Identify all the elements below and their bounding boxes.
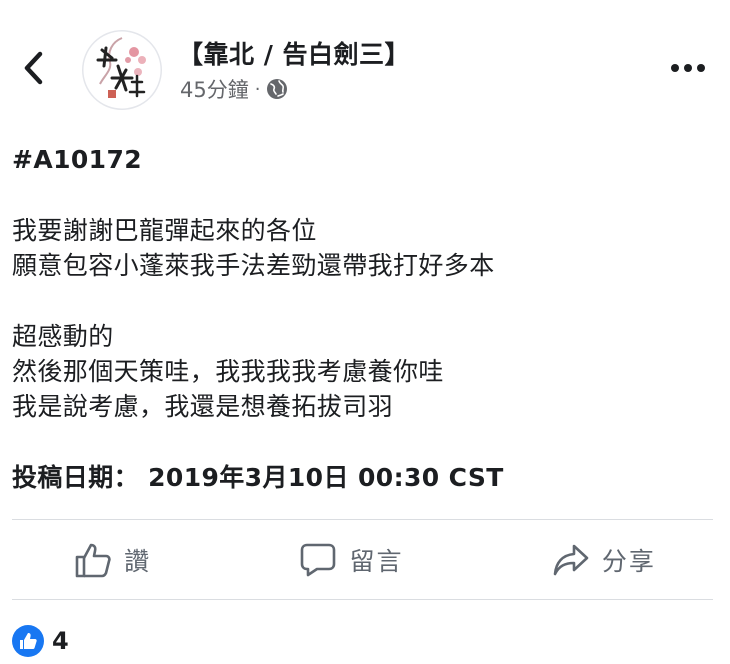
post-header: 【靠北 / 告白劍三】 45分鐘 ·: [0, 0, 730, 120]
post-actions: 讚 留言 分享: [0, 520, 730, 600]
share-button[interactable]: 分享: [552, 542, 656, 578]
post-paragraph: 我要謝謝巴龍彈起來的各位 願意包容小蓬萊我手法差勁還帶我打好多本: [12, 213, 712, 283]
thumbs-up-icon: [75, 543, 111, 578]
reaction-summary[interactable]: 4: [12, 624, 69, 658]
comment-label: 留言: [349, 547, 404, 576]
post-line: 願意包容小蓬萊我手法差勁還帶我打好多本: [12, 251, 495, 280]
comment-icon: [301, 543, 336, 577]
post-paragraph: 超感動的 然後那個天策哇，我我我我考慮養你哇 我是說考慮，我還是想養拓拔司羽: [12, 319, 712, 424]
back-button[interactable]: [16, 48, 52, 88]
more-options-button[interactable]: [668, 56, 708, 80]
more-horizontal-icon: [671, 64, 705, 72]
chevron-left-icon: [24, 51, 43, 85]
share-label: 分享: [601, 547, 656, 576]
facebook-post-view: 【靠北 / 告白劍三】 45分鐘 · #A10172 我要謝謝巴龍彈起來的各位 …: [0, 0, 730, 664]
divider: [12, 599, 713, 600]
post-line: 然後那個天策哇，我我我我考慮養你哇: [12, 357, 444, 386]
like-icon: [12, 625, 44, 657]
post-line: 超感動的: [12, 322, 114, 351]
like-button[interactable]: 讚: [74, 541, 151, 579]
share-icon: [553, 544, 589, 576]
meta-separator: ·: [254, 78, 261, 100]
post-date: 投稿日期： 2019年3月10日 00:30 CST: [12, 463, 504, 492]
post-line: 我要謝謝巴龍彈起來的各位: [12, 216, 317, 245]
post-line: 我是說考慮，我還是想養拓拔司羽: [12, 392, 394, 421]
like-label: 讚: [124, 547, 152, 576]
page-avatar[interactable]: [82, 30, 162, 110]
post-body: #A10172 我要謝謝巴龍彈起來的各位 願意包容小蓬萊我手法差勁還帶我打好多本…: [12, 142, 712, 495]
post-meta: 45分鐘 ·: [180, 74, 288, 104]
reaction-count: 4: [52, 627, 69, 655]
post-time[interactable]: 45分鐘: [180, 74, 249, 104]
post-tag[interactable]: #A10172: [12, 142, 712, 177]
avatar-logo: [82, 30, 162, 110]
page-name[interactable]: 【靠北 / 告白劍三】: [178, 35, 410, 71]
globe-icon: [267, 79, 288, 99]
comment-button[interactable]: 留言: [299, 542, 403, 578]
